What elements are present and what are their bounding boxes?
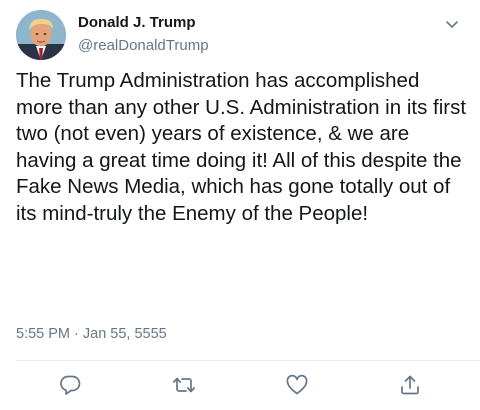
share-icon[interactable] [398, 373, 422, 397]
handle[interactable]: @realDonaldTrump [78, 36, 209, 56]
tweet-timestamp[interactable]: 5:55 PM · Jan 55, 5555 [16, 326, 167, 342]
reply-icon[interactable] [59, 373, 83, 397]
tweet-text: The Trump Administration has accomplishe… [16, 69, 467, 225]
heart-icon[interactable] [285, 373, 309, 397]
tweet-header: Donald J. Trump @realDonaldTrump [16, 10, 464, 60]
tweet-card: Donald J. Trump @realDonaldTrump The Tru… [0, 0, 480, 410]
display-name[interactable]: Donald J. Trump [78, 13, 209, 33]
retweet-icon[interactable] [172, 373, 196, 397]
avatar[interactable] [16, 10, 66, 60]
chevron-down-icon[interactable] [442, 14, 462, 34]
author-info: Donald J. Trump @realDonaldTrump [78, 13, 209, 56]
tweet-actions [0, 361, 480, 410]
